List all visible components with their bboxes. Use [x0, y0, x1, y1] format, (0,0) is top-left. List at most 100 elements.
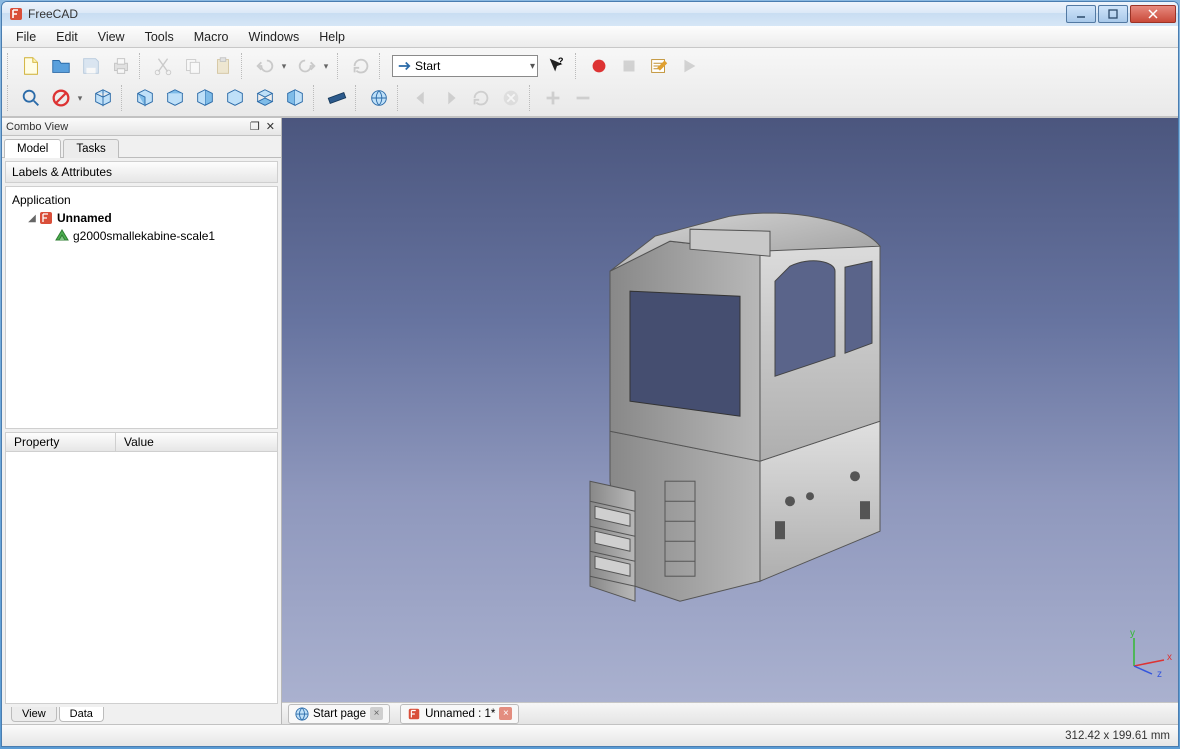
viewer-tab-document[interactable]: Unnamed : 1* × — [400, 704, 519, 724]
nav-back-button[interactable] — [407, 84, 435, 112]
statusbar: 312.42 x 199.61 mm — [2, 724, 1178, 746]
menu-macro[interactable]: Macro — [184, 28, 239, 46]
axis-y-label: y — [1130, 628, 1135, 639]
combo-view-panel: Combo View ❐ ✕ Model Tasks Labels & Attr… — [2, 118, 282, 724]
axes-indicator: y x z — [1124, 630, 1170, 676]
property-panel: Property Value View Data — [5, 432, 278, 722]
tab-model[interactable]: Model — [4, 139, 61, 158]
property-body[interactable] — [5, 452, 278, 704]
redo-dropdown[interactable]: ▾ — [320, 61, 332, 72]
status-dimensions: 312.42 x 199.61 mm — [1065, 730, 1170, 742]
tree-document[interactable]: ◢ Unnamed — [8, 209, 275, 227]
minimize-button[interactable] — [1066, 5, 1096, 23]
close-button[interactable] — [1130, 5, 1176, 23]
titlebar[interactable]: FreeCAD — [2, 2, 1178, 26]
viewer-tab-start[interactable]: Start page × — [288, 704, 390, 724]
3d-viewport[interactable]: y x z — [282, 118, 1178, 702]
property-tabs: View Data — [5, 704, 278, 722]
mesh-icon — [54, 228, 70, 244]
3d-model — [560, 181, 900, 621]
view-rear-button[interactable] — [221, 84, 249, 112]
paste-button[interactable] — [209, 52, 237, 80]
app-window: FreeCAD File Edit View Tools Macro Windo… — [1, 1, 1179, 747]
menu-file[interactable]: File — [6, 28, 46, 46]
workbench-label: Start — [415, 59, 440, 73]
workbench-selector[interactable]: Start ▾ — [392, 55, 538, 77]
print-button[interactable] — [107, 52, 135, 80]
style-dropdown[interactable]: ▾ — [74, 93, 86, 104]
tree-object-label: g2000smallekabine-scale1 — [73, 229, 215, 243]
axis-x-label: x — [1167, 652, 1172, 663]
disable-button[interactable] — [47, 84, 75, 112]
prop-tab-view[interactable]: View — [11, 707, 57, 722]
tree-collapse-icon[interactable]: ◢ — [26, 213, 38, 224]
app-icon — [8, 6, 24, 22]
macro-stop-button[interactable] — [615, 52, 643, 80]
macro-record-button[interactable] — [585, 52, 613, 80]
macro-edit-button[interactable] — [645, 52, 673, 80]
labels-attributes-header: Labels & Attributes — [5, 161, 278, 183]
menu-view[interactable]: View — [88, 28, 135, 46]
panel-close-icon[interactable]: ✕ — [264, 120, 277, 133]
open-file-button[interactable] — [47, 52, 75, 80]
view-top-button[interactable] — [161, 84, 189, 112]
toolbar-area: ▾ ▾ Start ▾ ? ▾ — [2, 48, 1178, 117]
model-tree[interactable]: Application ◢ Unnamed g2000smallekabine-… — [5, 186, 278, 429]
undo-button[interactable] — [251, 52, 279, 80]
viewer-tab-start-label: Start page — [313, 708, 366, 720]
cut-button[interactable] — [149, 52, 177, 80]
view-right-button[interactable] — [191, 84, 219, 112]
new-file-button[interactable] — [17, 52, 45, 80]
combo-view-tabs: Model Tasks — [2, 136, 281, 158]
tree-document-label: Unnamed — [57, 211, 112, 225]
maximize-button[interactable] — [1098, 5, 1128, 23]
tree-root[interactable]: Application — [8, 191, 275, 209]
redo-button[interactable] — [293, 52, 321, 80]
property-col-property[interactable]: Property — [6, 433, 116, 451]
view-bottom-button[interactable] — [251, 84, 279, 112]
nav-forward-button[interactable] — [437, 84, 465, 112]
combo-view-title: Combo View — [6, 121, 68, 133]
property-col-value[interactable]: Value — [116, 433, 162, 451]
save-button[interactable] — [77, 52, 105, 80]
copy-button[interactable] — [179, 52, 207, 80]
view-iso-button[interactable] — [89, 84, 117, 112]
view-left-button[interactable] — [281, 84, 309, 112]
tab-close-icon[interactable]: × — [370, 707, 383, 720]
menu-help[interactable]: Help — [309, 28, 355, 46]
view-front-button[interactable] — [131, 84, 159, 112]
toolbar-row-1: ▾ ▾ Start ▾ ? — [4, 50, 1176, 82]
window-title: FreeCAD — [28, 7, 1064, 21]
prop-tab-data[interactable]: Data — [59, 707, 104, 722]
refresh-button[interactable] — [347, 52, 375, 80]
zoom-out-button[interactable] — [569, 84, 597, 112]
menu-tools[interactable]: Tools — [135, 28, 184, 46]
tree-object[interactable]: g2000smallekabine-scale1 — [8, 227, 275, 245]
undo-dropdown[interactable]: ▾ — [278, 61, 290, 72]
chevron-down-icon: ▾ — [530, 61, 535, 72]
web-home-button[interactable] — [365, 84, 393, 112]
nav-refresh-button[interactable] — [467, 84, 495, 112]
menubar: File Edit View Tools Macro Windows Help — [2, 26, 1178, 48]
menu-edit[interactable]: Edit — [46, 28, 88, 46]
zoom-in-button[interactable] — [539, 84, 567, 112]
combo-view-titlebar[interactable]: Combo View ❐ ✕ — [2, 118, 281, 136]
tab-close-icon[interactable]: × — [499, 707, 512, 720]
nav-stop-button[interactable] — [497, 84, 525, 112]
document-icon — [38, 210, 54, 226]
macro-play-button[interactable] — [675, 52, 703, 80]
tab-tasks[interactable]: Tasks — [63, 139, 118, 158]
zoom-fit-button[interactable] — [17, 84, 45, 112]
whats-this-button[interactable]: ? — [543, 52, 571, 80]
main-area: Combo View ❐ ✕ Model Tasks Labels & Attr… — [2, 117, 1178, 724]
dock-undock-icon[interactable]: ❐ — [248, 120, 262, 133]
axis-z-label: z — [1157, 669, 1162, 680]
svg-text:?: ? — [558, 56, 564, 66]
viewport-wrap: y x z Start page × Unnamed : 1* × — [282, 118, 1178, 724]
property-header: Property Value — [5, 432, 278, 452]
viewer-tab-document-label: Unnamed : 1* — [425, 708, 495, 720]
viewer-tabs: Start page × Unnamed : 1* × — [282, 702, 1178, 724]
tree-root-label: Application — [12, 193, 71, 207]
menu-windows[interactable]: Windows — [239, 28, 310, 46]
measure-button[interactable] — [323, 84, 351, 112]
